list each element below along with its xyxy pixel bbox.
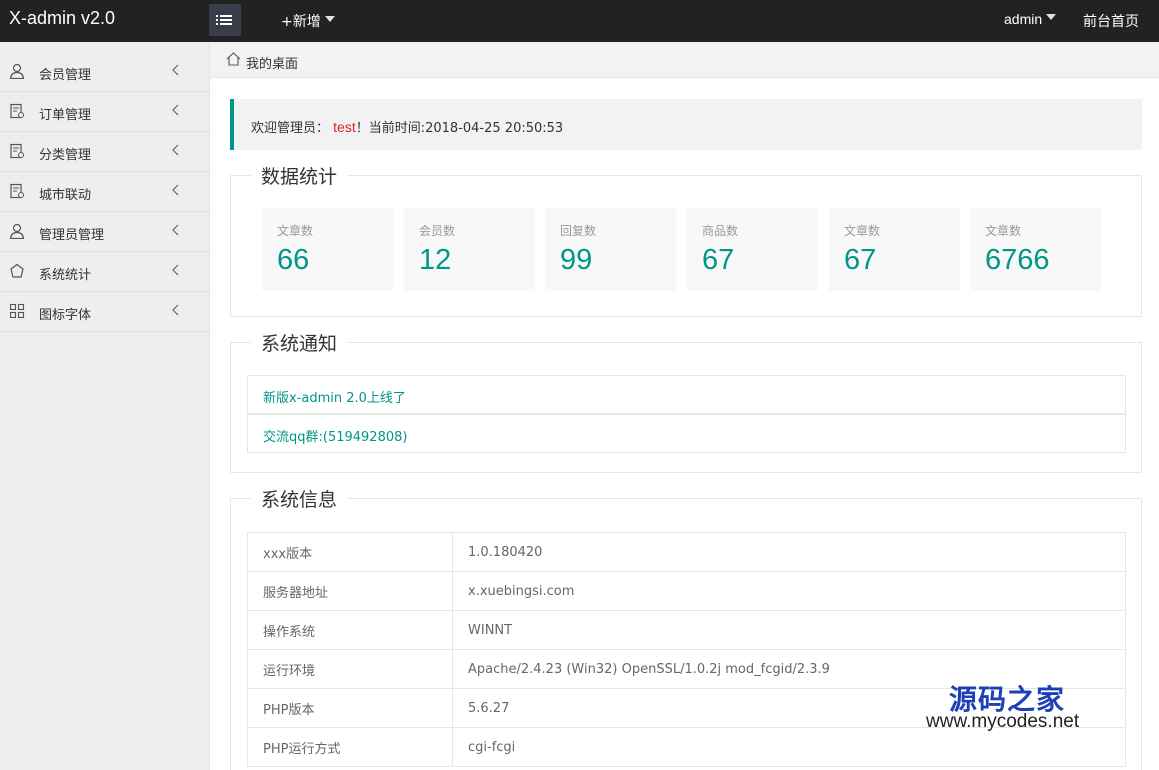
statistics-icon <box>10 263 24 278</box>
stat-value: 67 <box>844 244 877 276</box>
system-info-title: 系统信息 <box>251 485 348 512</box>
info-value: x.xuebingsi.com <box>452 571 1126 611</box>
menu-toggle-button[interactable] <box>209 4 241 36</box>
sidebar-item-categories[interactable]: 分类管理 <box>0 132 209 172</box>
info-key: PHP运行方式 <box>247 727 453 767</box>
stat-card[interactable]: 回复数 99 <box>545 208 676 291</box>
sidebar-item-label: 图标字体 <box>39 308 92 323</box>
system-notice-panel: 系统通知 新版x-admin 2.0上线了 交流qq群:(519492808) <box>230 329 1142 473</box>
stat-value: 99 <box>560 244 593 276</box>
stat-card[interactable]: 文章数 66 <box>262 208 393 291</box>
top-navbar: X-admin v2.0 +新增 admin 前台首页 <box>0 0 1159 42</box>
desktop-tab[interactable]: 我的桌面 <box>210 42 1159 78</box>
watermark-url: www.mycodes.net <box>926 711 1080 732</box>
front-home-link[interactable]: 前台首页 <box>1083 11 1139 31</box>
chevron-left-icon <box>172 304 179 316</box>
table-row: 服务器地址 x.xuebingsi.com <box>247 571 1126 611</box>
add-new-label: +新增 <box>281 14 321 30</box>
notice-link[interactable]: 交流qq群:(519492808) <box>263 426 407 445</box>
sidebar-item-label: 城市联动 <box>39 188 92 203</box>
chevron-left-icon <box>172 144 179 156</box>
admin-user-dropdown[interactable]: admin <box>1004 11 1057 27</box>
desktop-tab-label: 我的桌面 <box>246 57 299 72</box>
notice-item: 新版x-admin 2.0上线了 <box>247 375 1126 414</box>
city-icon <box>10 183 24 199</box>
category-icon <box>10 143 24 159</box>
data-statistics-panel: 数据统计 文章数 66 会员数 12 回复数 99 商品数 67 文章数 67 … <box>230 162 1142 317</box>
info-value: cgi-fcgi <box>452 727 1126 767</box>
chevron-left-icon <box>172 264 179 276</box>
welcome-text: 欢迎管理员： test！当前时间:2018-04-25 20:50:53 <box>251 117 563 136</box>
sidebar: 会员管理 订单管理 分类管理 城市联动 管理员管理 系统统计 图标字体 <box>0 42 210 770</box>
app-logo[interactable]: X-admin v2.0 <box>9 8 115 29</box>
stat-card[interactable]: 文章数 67 <box>829 208 960 291</box>
info-key: 服务器地址 <box>247 571 453 611</box>
chevron-left-icon <box>172 64 179 76</box>
info-value: WINNT <box>452 610 1126 650</box>
welcome-prefix: 欢迎管理员： <box>251 121 330 136</box>
stat-value: 67 <box>702 244 735 276</box>
stat-label: 文章数 <box>277 224 314 238</box>
caret-down-icon <box>1046 14 1057 21</box>
stat-label: 文章数 <box>844 224 881 238</box>
admin-user-icon <box>9 223 25 239</box>
caret-down-icon <box>324 16 335 22</box>
sidebar-item-label: 系统统计 <box>39 268 92 283</box>
info-value: 1.0.180420 <box>452 532 1126 572</box>
stat-label: 商品数 <box>702 224 739 238</box>
home-icon <box>226 52 241 66</box>
notice-item: 交流qq群:(519492808) <box>247 414 1126 453</box>
info-key: 操作系统 <box>247 610 453 650</box>
welcome-suffix: ！当前时间:2018-04-25 20:50:53 <box>355 121 564 136</box>
stat-label: 会员数 <box>419 224 456 238</box>
stat-label: 文章数 <box>985 224 1022 238</box>
sidebar-item-label: 订单管理 <box>39 108 92 123</box>
grid-icon <box>9 303 25 319</box>
stat-card[interactable]: 文章数 6766 <box>970 208 1101 291</box>
chevron-left-icon <box>172 224 179 236</box>
sidebar-item-label: 会员管理 <box>39 68 92 83</box>
sidebar-item-statistics[interactable]: 系统统计 <box>0 252 209 292</box>
stat-value: 12 <box>419 244 452 276</box>
chevron-left-icon <box>172 184 179 196</box>
sidebar-item-icon-fonts[interactable]: 图标字体 <box>0 292 209 332</box>
data-statistics-title: 数据统计 <box>251 162 348 189</box>
stat-value: 66 <box>277 244 310 276</box>
sidebar-item-label: 管理员管理 <box>39 228 105 243</box>
table-row: PHP运行方式 cgi-fcgi <box>247 727 1126 767</box>
info-key: 运行环境 <box>247 649 453 689</box>
chevron-left-icon <box>172 104 179 116</box>
info-key: xxx版本 <box>247 532 453 572</box>
table-row: 操作系统 WINNT <box>247 610 1126 650</box>
welcome-username: test <box>333 119 356 135</box>
sidebar-item-administrators[interactable]: 管理员管理 <box>0 212 209 252</box>
stat-label: 回复数 <box>560 224 597 238</box>
sidebar-item-city-linkage[interactable]: 城市联动 <box>0 172 209 212</box>
admin-user-label: admin <box>1004 11 1043 27</box>
notice-link[interactable]: 新版x-admin 2.0上线了 <box>263 387 406 406</box>
info-key: PHP版本 <box>247 688 453 728</box>
sidebar-item-members[interactable]: 会员管理 <box>0 52 209 92</box>
system-notice-title: 系统通知 <box>251 329 348 356</box>
sidebar-item-label: 分类管理 <box>39 148 92 163</box>
stat-value: 6766 <box>985 244 1050 276</box>
sidebar-item-orders[interactable]: 订单管理 <box>0 92 209 132</box>
order-icon <box>10 103 24 119</box>
welcome-banner: 欢迎管理员： test！当前时间:2018-04-25 20:50:53 <box>230 99 1142 150</box>
table-row: xxx版本 1.0.180420 <box>247 532 1126 572</box>
user-icon <box>9 63 25 79</box>
stat-card[interactable]: 会员数 12 <box>404 208 535 291</box>
add-new-dropdown[interactable]: +新增 <box>281 11 335 31</box>
stat-card[interactable]: 商品数 67 <box>687 208 818 291</box>
